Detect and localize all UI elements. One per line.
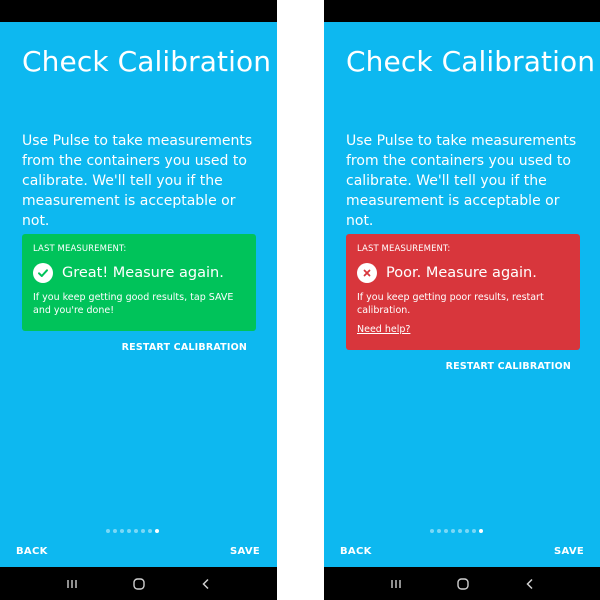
intro-text: Use Pulse to take measurements from the … (22, 133, 253, 229)
page-dot (430, 529, 434, 533)
status-bar (324, 0, 600, 22)
page-title: Check Calibration (346, 45, 596, 78)
x-circle-icon (357, 263, 377, 283)
status-row: Poor. Measure again. (357, 263, 569, 283)
recent-apps-icon[interactable] (385, 573, 407, 595)
save-button[interactable]: SAVE (554, 546, 584, 557)
page-dot (465, 529, 469, 533)
page-dot-active (479, 529, 483, 533)
page-dot (437, 529, 441, 533)
card-detail: If you keep getting poor results, restar… (357, 292, 544, 316)
card-detail: If you keep getting good results, tap SA… (33, 292, 234, 316)
restart-calibration-button[interactable]: RESTART CALIBRATION (446, 361, 571, 372)
home-icon[interactable] (128, 573, 150, 595)
status-text: Poor. Measure again. (386, 265, 537, 281)
intro-text: Use Pulse to take measurements from the … (346, 133, 577, 229)
page-dot-active (155, 529, 159, 533)
page-dot (120, 529, 124, 533)
measurement-card-poor: LAST MEASUREMENT: Poor. Measure again. I… (346, 234, 580, 350)
page-dot (113, 529, 117, 533)
back-icon[interactable] (519, 573, 541, 595)
page-title: Check Calibration (22, 45, 272, 78)
check-circle-icon (33, 263, 53, 283)
system-nav-bar (324, 567, 600, 600)
page-dot (148, 529, 152, 533)
page-dot (106, 529, 110, 533)
page-indicator (106, 529, 159, 533)
save-button[interactable]: SAVE (230, 546, 260, 557)
page-indicator (430, 529, 483, 533)
card-caption: LAST MEASUREMENT: (33, 244, 127, 254)
back-button[interactable]: BACK (340, 546, 372, 557)
page-dot (141, 529, 145, 533)
phone-screen-poor: Check Calibration Use Pulse to take meas… (324, 0, 600, 600)
home-icon[interactable] (452, 573, 474, 595)
measurement-card-good: LAST MEASUREMENT: Great! Measure again. … (22, 234, 256, 331)
status-text: Great! Measure again. (62, 265, 224, 281)
page-dot (451, 529, 455, 533)
card-caption: LAST MEASUREMENT: (357, 244, 451, 254)
system-nav-bar (0, 567, 277, 600)
phone-screen-good: Check Calibration Use Pulse to take meas… (0, 0, 277, 600)
status-row: Great! Measure again. (33, 263, 245, 283)
page-dot (458, 529, 462, 533)
need-help-link[interactable]: Need help? (357, 324, 410, 335)
back-button[interactable]: BACK (16, 546, 48, 557)
page-dot (134, 529, 138, 533)
page-dot (444, 529, 448, 533)
status-bar (0, 0, 277, 22)
restart-calibration-button[interactable]: RESTART CALIBRATION (122, 342, 247, 353)
recent-apps-icon[interactable] (61, 573, 83, 595)
back-icon[interactable] (195, 573, 217, 595)
page-dot (127, 529, 131, 533)
page-dot (472, 529, 476, 533)
